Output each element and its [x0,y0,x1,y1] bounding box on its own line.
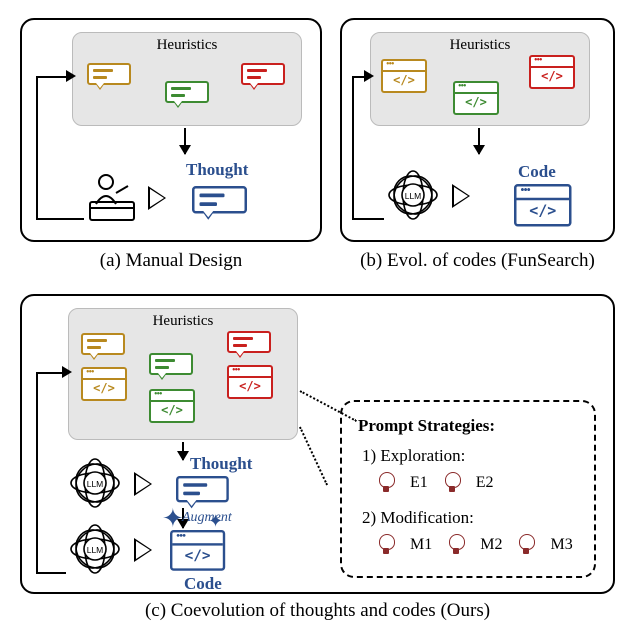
llm-icon: LLM [68,458,122,508]
feedback-arrowhead-icon [364,70,374,82]
lightbulb-icon [376,534,396,556]
arrow-down-icon [182,442,184,460]
panel-coevolution: Heuristics •••</> •••</> •••</> LLM Thou… [20,294,615,594]
feedback-line [36,572,66,574]
prompt-strategies-box: Prompt Strategies: 1) Exploration: E1 E2… [340,400,596,578]
heuristics-label: Heuristics [157,37,218,53]
code-window-green: •••</> [453,81,499,115]
thought-bubble-red [227,331,271,355]
exploration-item: E2 [476,474,494,492]
lightbulb-icon [516,534,536,556]
caption-a: (a) Manual Design [20,250,322,272]
svg-text:LLM: LLM [87,545,104,555]
panel-evol-codes: Heuristics •••</> •••</> •••</> LLM Code… [340,18,615,242]
prompt-title: Prompt Strategies: [358,416,578,436]
exploration-item: E1 [410,474,428,492]
llm-icon: LLM [68,524,122,574]
arrow-right-icon [134,538,152,562]
modification-label: 2) Modification: [362,508,474,527]
llm-text: LLM [405,191,422,201]
thought-bubble-red [241,63,285,87]
lightbulb-icon [446,534,466,556]
sparkle-icon: ✦ [162,506,184,532]
human-designer-icon [86,172,138,224]
code-window-gold: •••</> [81,367,127,401]
feedback-line [36,218,84,220]
feedback-arrowhead-icon [62,366,72,378]
thought-output-icon [176,476,229,505]
arrow-down-icon [184,128,186,154]
lightbulb-icon [376,472,396,494]
modification-item: M2 [480,536,502,554]
feedback-line [36,76,70,218]
code-output-icon: •••</> [170,530,225,571]
thought-bubble-gold [81,333,125,357]
heuristics-box: Heuristics •••</> •••</> •••</> [370,32,590,126]
caption-c: (c) Coevolution of thoughts and codes (O… [20,600,615,622]
heuristics-label: Heuristics [450,37,511,53]
thought-bubble-green [149,353,193,377]
heuristics-box: Heuristics [72,32,302,126]
dotted-connector [299,427,328,486]
panel-manual-design: Heuristics Thought [20,18,322,242]
heuristics-label: Heuristics [153,313,214,329]
modification-item: M3 [550,536,572,554]
caption-b: (b) Evol. of codes (FunSearch) [340,250,615,272]
lightbulb-icon [442,472,462,494]
code-window-red: •••</> [529,55,575,89]
code-window-gold: •••</> [381,59,427,93]
thought-output-icon [192,186,247,216]
exploration-label: 1) Exploration: [362,446,465,465]
code-window-green: •••</> [149,389,195,423]
modification-row: 2) Modification: M1 M2 M3 [362,508,578,556]
feedback-line [36,76,70,78]
code-label: Code [518,162,556,182]
code-output-icon: •••</> [514,184,572,227]
modification-item: M1 [410,536,432,554]
augment-label: Augment [182,510,232,526]
arrow-right-icon [134,472,152,496]
arrow-right-icon [452,184,470,208]
feedback-line [352,76,368,218]
thought-bubble-green [165,81,209,105]
arrow-right-icon [148,186,166,210]
llm-icon: LLM [386,170,440,220]
feedback-line [36,372,66,572]
exploration-row: 1) Exploration: E1 E2 [362,446,578,494]
code-window-red: •••</> [227,365,273,399]
thought-bubble-gold [87,63,131,87]
thought-label: Thought [186,160,248,180]
arrow-down-icon [478,128,480,154]
feedback-line [352,218,384,220]
heuristics-box: Heuristics •••</> •••</> •••</> [68,308,298,440]
svg-text:LLM: LLM [87,479,104,489]
code-label: Code [184,574,222,594]
thought-label: Thought [190,454,252,474]
feedback-arrowhead-icon [66,70,76,82]
